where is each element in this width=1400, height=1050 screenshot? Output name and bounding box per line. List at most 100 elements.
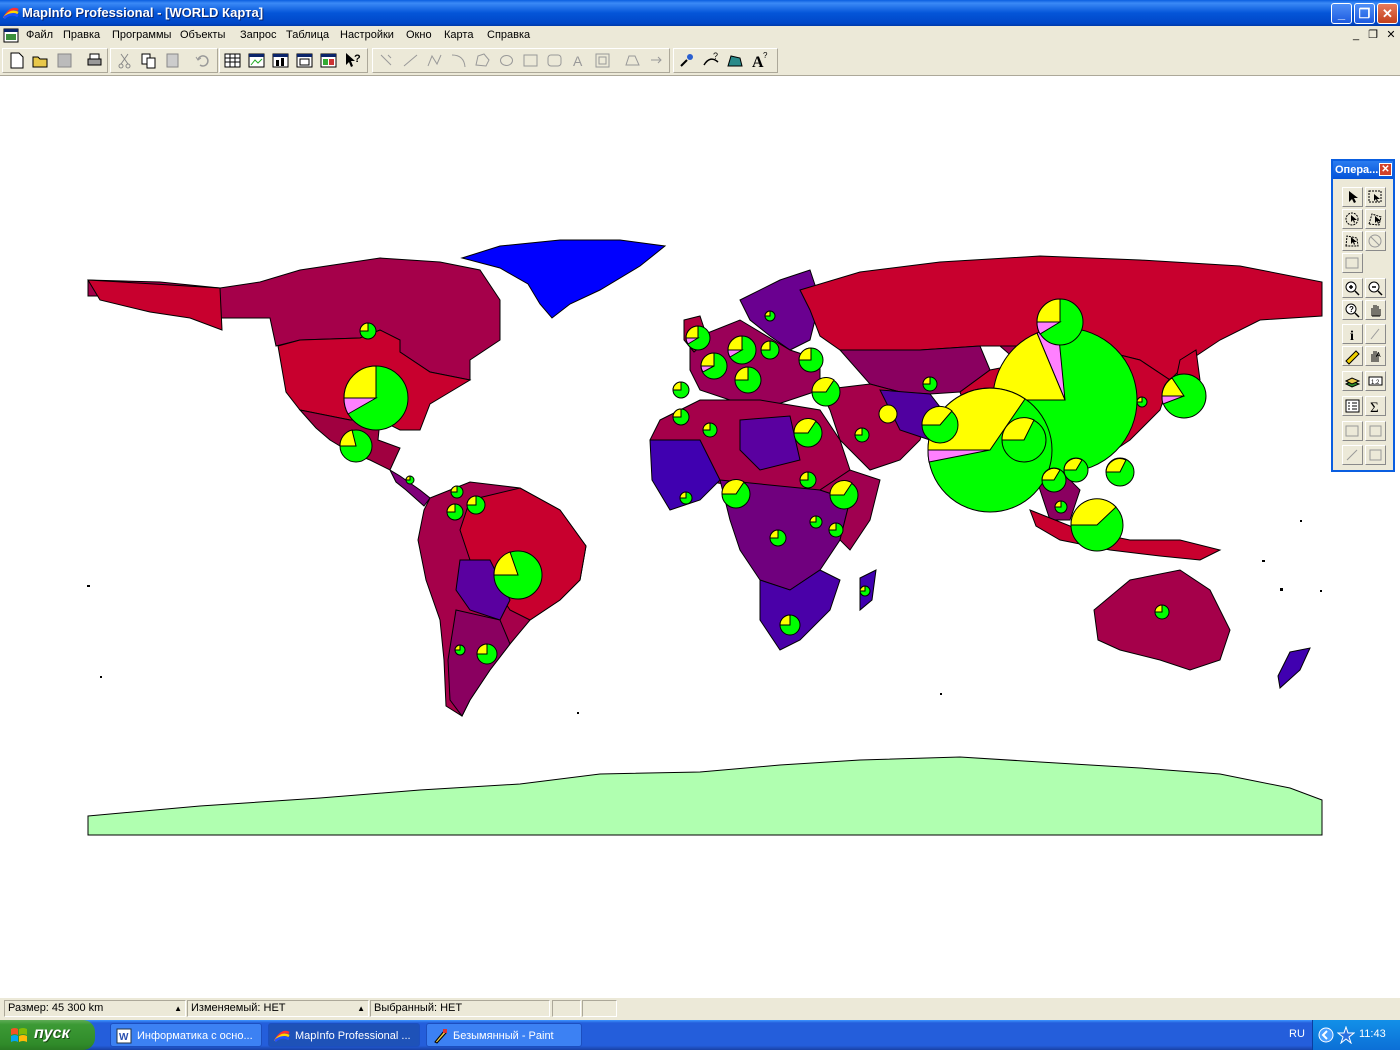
- menu-objects[interactable]: Объекты: [180, 29, 225, 41]
- text-style-icon[interactable]: A?: [749, 50, 770, 71]
- map-window-icon[interactable]: [246, 50, 267, 71]
- pie-turkey: [811, 377, 841, 407]
- reshape-icon[interactable]: [376, 50, 397, 71]
- zoom-in-icon[interactable]: [1342, 278, 1363, 298]
- zoom-out-icon[interactable]: [1365, 278, 1386, 298]
- pie-australia: [1154, 604, 1170, 620]
- print-icon[interactable]: [84, 50, 105, 71]
- redistricter-icon[interactable]: [318, 50, 339, 71]
- new-icon[interactable]: [6, 50, 27, 71]
- drag-map-icon[interactable]: [1342, 445, 1363, 465]
- menu-help[interactable]: Справка: [487, 29, 530, 41]
- ruler-icon[interactable]: [1342, 346, 1363, 366]
- layer-control-icon[interactable]: [1342, 371, 1363, 391]
- rounded-rect-icon[interactable]: [544, 50, 565, 71]
- pie-congo: [769, 529, 787, 547]
- world-map[interactable]: [0, 76, 1400, 998]
- alaska-region: [87, 279, 223, 331]
- pie-thailand: [1041, 467, 1067, 493]
- menu-file[interactable]: Файл: [26, 29, 53, 41]
- select-icon[interactable]: [1342, 187, 1363, 207]
- graph-icon[interactable]: [270, 50, 291, 71]
- central-america-region: [388, 468, 431, 507]
- tray-app-icon[interactable]: [1337, 1026, 1355, 1044]
- grabber-icon[interactable]: [1365, 300, 1386, 320]
- task-word[interactable]: W Информатика с осно...: [110, 1023, 262, 1047]
- line-style-icon[interactable]: ?: [701, 50, 722, 71]
- task-mapinfo[interactable]: MapInfo Professional ...: [268, 1023, 420, 1047]
- menu-map[interactable]: Карта: [444, 29, 473, 41]
- statistics-icon[interactable]: Σ: [1365, 396, 1386, 416]
- maximize-button[interactable]: ❐: [1354, 3, 1375, 24]
- undo-icon[interactable]: [192, 50, 213, 71]
- text-icon[interactable]: A: [568, 50, 589, 71]
- frame-icon[interactable]: [592, 50, 613, 71]
- document-window-icon[interactable]: [3, 28, 19, 43]
- pie-madagascar: [859, 585, 871, 597]
- unselect-icon[interactable]: [1365, 231, 1386, 251]
- add-node-icon[interactable]: [622, 50, 643, 71]
- browser-icon[interactable]: [222, 50, 243, 71]
- region-style-icon[interactable]: [725, 50, 746, 71]
- pie-vietnam: [1063, 457, 1089, 483]
- help-pointer-icon[interactable]: ?: [342, 50, 363, 71]
- clip-region-icon[interactable]: [1342, 421, 1363, 441]
- tool-pointer-icon[interactable]: [677, 50, 698, 71]
- minimize-button[interactable]: _: [1331, 3, 1352, 24]
- status-size-arrow-icon[interactable]: ▲: [174, 1001, 182, 1016]
- marquee-select-icon[interactable]: [1365, 187, 1386, 207]
- status-size[interactable]: Размер: 45 300 km ▲: [4, 1000, 186, 1017]
- legend-icon[interactable]: [1342, 396, 1363, 416]
- menu-options[interactable]: Настройки: [340, 29, 394, 41]
- arc-icon[interactable]: [448, 50, 469, 71]
- pie-russia: [1036, 298, 1084, 346]
- hotlink-icon[interactable]: [1365, 324, 1386, 344]
- layout-icon[interactable]: [294, 50, 315, 71]
- toolbar: ? A ? A?: [0, 46, 1400, 76]
- show-hide-icon[interactable]: [1365, 445, 1386, 465]
- menu-edit[interactable]: Правка: [63, 29, 100, 41]
- ellipse-icon[interactable]: [496, 50, 517, 71]
- copy-icon[interactable]: [138, 50, 159, 71]
- symbol-style-icon[interactable]: [646, 50, 667, 71]
- operations-palette[interactable]: Опера... ✕ ? i A 1.2 Σ: [1331, 159, 1395, 472]
- cut-icon[interactable]: [114, 50, 135, 71]
- polyline-icon[interactable]: [424, 50, 445, 71]
- drag-window-icon[interactable]: A: [1365, 346, 1386, 366]
- paste-icon[interactable]: [162, 50, 183, 71]
- mdi-restore-button[interactable]: ❐: [1366, 28, 1380, 42]
- polygon-icon[interactable]: [472, 50, 493, 71]
- graph-select-icon[interactable]: [1342, 253, 1363, 273]
- status-editable[interactable]: Изменяемый: НЕТ ▲: [187, 1000, 369, 1017]
- rectangle-icon[interactable]: [520, 50, 541, 71]
- mdi-minimize-button[interactable]: _: [1349, 28, 1363, 42]
- info-icon[interactable]: i: [1342, 324, 1363, 344]
- start-button[interactable]: пуск: [0, 1020, 95, 1050]
- menu-window[interactable]: Окно: [406, 29, 432, 41]
- close-button[interactable]: ✕: [1377, 3, 1398, 24]
- task-paint[interactable]: Безымянный - Paint: [426, 1023, 582, 1047]
- menu-programs[interactable]: Программы: [112, 29, 171, 41]
- mapinfo-task-icon: [274, 1030, 290, 1042]
- radius-select-icon[interactable]: [1342, 209, 1363, 229]
- mdi-close-button[interactable]: ✕: [1384, 28, 1398, 42]
- menu-table[interactable]: Таблица: [286, 29, 329, 41]
- polygon-select-icon[interactable]: [1365, 209, 1386, 229]
- language-indicator[interactable]: RU: [1289, 1028, 1305, 1040]
- set-target-icon[interactable]: [1365, 421, 1386, 441]
- change-view-icon[interactable]: ?: [1342, 300, 1363, 320]
- menu-query[interactable]: Запрос: [240, 29, 276, 41]
- window-title: MapInfo Professional - [WORLD Карта]: [22, 5, 264, 20]
- status-editable-text: Изменяемый: НЕТ: [191, 1002, 286, 1014]
- line-icon[interactable]: [400, 50, 421, 71]
- label-icon[interactable]: 1.2: [1365, 371, 1386, 391]
- map-window[interactable]: [0, 76, 1400, 998]
- tray-expand-icon[interactable]: [1318, 1027, 1334, 1043]
- save-icon[interactable]: [54, 50, 75, 71]
- status-editable-arrow-icon[interactable]: ▲: [357, 1001, 365, 1016]
- open-icon[interactable]: [30, 50, 51, 71]
- palette-close-button[interactable]: ✕: [1379, 163, 1392, 176]
- task-paint-label: Безымянный - Paint: [453, 1030, 554, 1042]
- boundary-select-icon[interactable]: [1342, 231, 1363, 251]
- palette-title-bar[interactable]: Опера... ✕: [1333, 161, 1393, 179]
